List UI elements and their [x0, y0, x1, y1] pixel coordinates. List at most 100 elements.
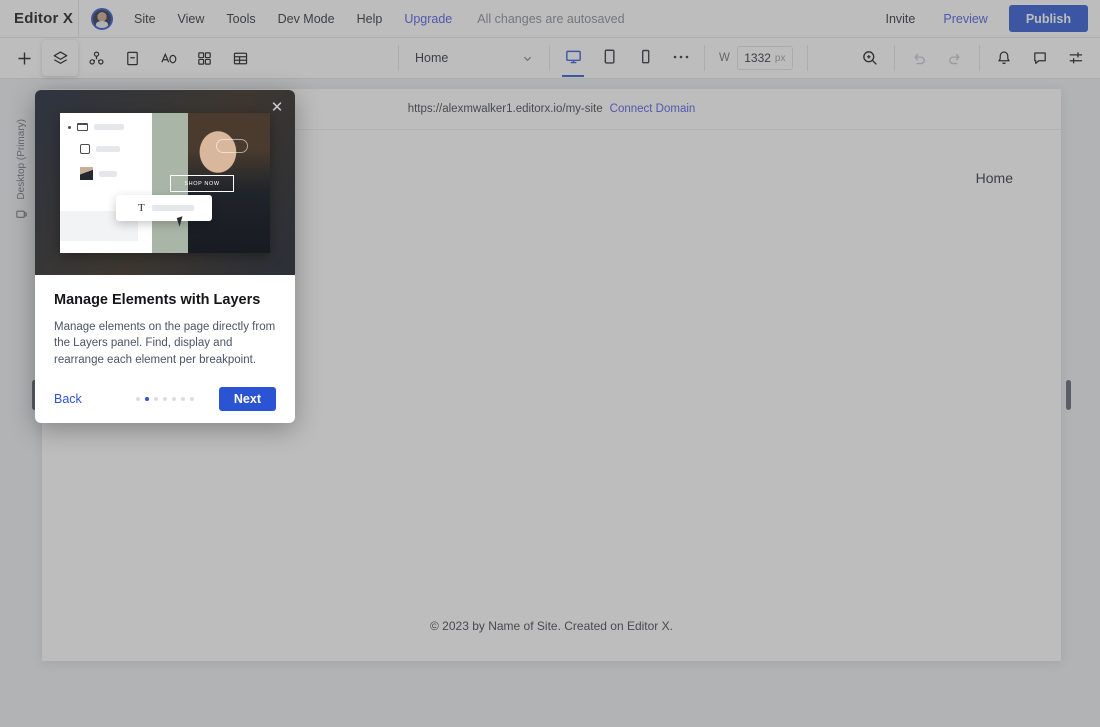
- bell-icon: [995, 49, 1013, 67]
- modal-body: Manage Elements with Layers Manage eleme…: [35, 275, 295, 368]
- notifications-button[interactable]: [986, 40, 1022, 76]
- redo-button[interactable]: [937, 40, 973, 76]
- comments-button[interactable]: [1022, 40, 1058, 76]
- close-icon[interactable]: ✕: [268, 98, 286, 116]
- comment-icon: [1031, 49, 1049, 67]
- pagination-dot[interactable]: [172, 397, 176, 401]
- zoom-icon: [861, 49, 879, 67]
- text-styles-button[interactable]: [150, 40, 186, 76]
- undo-button[interactable]: [901, 40, 937, 76]
- table-icon: [232, 50, 249, 67]
- desktop-rail-icon: [15, 208, 28, 221]
- box-icon: [80, 144, 90, 154]
- pagination-dot[interactable]: [136, 397, 140, 401]
- modal-title: Manage Elements with Layers: [54, 292, 276, 308]
- more-breakpoints-button[interactable]: [664, 39, 698, 77]
- modal-next-button[interactable]: Next: [219, 387, 276, 411]
- width-unit: px: [775, 53, 786, 64]
- placeholder-bar: [94, 124, 124, 130]
- toolbar-separator-4: [807, 45, 808, 71]
- desktop-icon: [564, 47, 583, 66]
- menu-dev-mode[interactable]: Dev Mode: [267, 0, 346, 38]
- zoom-button[interactable]: [852, 40, 888, 76]
- placeholder-bar: [99, 171, 117, 177]
- modal-mock-editor: SHOP NOW T: [60, 113, 270, 253]
- image-thumb-icon: [80, 167, 93, 180]
- page-selector[interactable]: Home: [415, 43, 533, 73]
- layers-button[interactable]: [42, 40, 78, 76]
- pagination-dot[interactable]: [145, 397, 149, 401]
- folder-icon: [77, 123, 88, 131]
- modal-back-button[interactable]: Back: [54, 392, 82, 406]
- header-actions: Invite Preview Publish: [872, 0, 1100, 38]
- tablet-icon: [601, 47, 618, 66]
- toolbar-separator-1: [398, 45, 399, 71]
- modal-mock-row: [68, 167, 144, 180]
- modal-mock-dragged-layer: T: [116, 195, 212, 221]
- ellipsis-icon: [672, 54, 690, 60]
- menu-site[interactable]: Site: [123, 0, 167, 38]
- editor-x-app: Editor X Site View Tools Dev Mode Help U…: [0, 0, 1100, 727]
- menu-help[interactable]: Help: [346, 0, 394, 38]
- canvas-resize-handle-right[interactable]: [1066, 380, 1071, 410]
- top-header-bar: Editor X Site View Tools Dev Mode Help U…: [0, 0, 1100, 38]
- header-divider: [78, 0, 79, 38]
- modal-illustration: SHOP NOW T ✕: [35, 90, 295, 275]
- modal-footer: Back Next: [35, 368, 295, 411]
- toolbar-separator-6: [979, 45, 980, 71]
- toolbar-separator-5: [894, 45, 895, 71]
- pagination-dot[interactable]: [163, 397, 167, 401]
- site-url: https://alexmwalker1.editorx.io/my-site: [408, 103, 603, 115]
- mobile-icon: [638, 47, 653, 66]
- width-label: W: [719, 52, 730, 64]
- breakpoint-tablet[interactable]: [592, 39, 626, 77]
- plus-icon: [16, 50, 33, 67]
- settings-button[interactable]: [1058, 40, 1094, 76]
- menu-tools[interactable]: Tools: [215, 0, 266, 38]
- main-toolbar: Home: [0, 38, 1100, 79]
- left-tool-group: [0, 38, 258, 79]
- width-field-group: W 1332 px: [705, 46, 807, 70]
- page-selector-label: Home: [415, 51, 448, 65]
- upgrade-link[interactable]: Upgrade: [393, 0, 463, 38]
- invite-button[interactable]: Invite: [872, 0, 928, 38]
- text-styles-icon: [159, 50, 178, 67]
- publish-button[interactable]: Publish: [1009, 5, 1088, 32]
- preview-button[interactable]: Preview: [930, 0, 1000, 38]
- sliders-icon: [1067, 49, 1085, 67]
- placeholder-bar: [96, 146, 120, 152]
- media-grid-button[interactable]: [222, 40, 258, 76]
- chevron-down-icon: [522, 53, 533, 64]
- layers-icon: [52, 50, 69, 67]
- placeholder-bar: [152, 205, 194, 211]
- onboarding-modal: SHOP NOW T ✕ Manage Elements with Layers…: [35, 90, 295, 423]
- app-logo: Editor X: [0, 10, 78, 27]
- modal-mock-row: [68, 144, 144, 154]
- breakpoint-desktop[interactable]: [556, 39, 590, 77]
- modal-mock-layers-panel: [60, 113, 152, 253]
- breakpoint-mobile[interactable]: [628, 39, 662, 77]
- caret-icon: [68, 126, 71, 129]
- connect-domain-link[interactable]: Connect Domain: [610, 103, 696, 115]
- site-structure-button[interactable]: [78, 40, 114, 76]
- pagination-dot[interactable]: [190, 397, 194, 401]
- menu-view[interactable]: View: [167, 0, 216, 38]
- user-avatar[interactable]: [91, 8, 113, 30]
- add-elements-button[interactable]: [6, 40, 42, 76]
- modal-description: Manage elements on the page directly fro…: [54, 319, 276, 368]
- modal-mock-photo: SHOP NOW: [152, 113, 270, 253]
- undo-icon: [910, 49, 928, 67]
- site-footer-text: © 2023 by Name of Site. Created on Edito…: [42, 619, 1061, 633]
- nodes-icon: [88, 50, 105, 67]
- width-value: 1332: [744, 51, 771, 65]
- width-input[interactable]: 1332 px: [737, 46, 793, 70]
- pagination-dot[interactable]: [154, 397, 158, 401]
- breakpoint-group: [550, 39, 704, 77]
- redo-icon: [946, 49, 964, 67]
- apps-button[interactable]: [186, 40, 222, 76]
- pages-button[interactable]: [114, 40, 150, 76]
- site-nav-item-home[interactable]: Home: [976, 170, 1013, 186]
- modal-mock-cta: SHOP NOW: [170, 175, 234, 192]
- text-layer-glyph: T: [138, 202, 145, 214]
- pagination-dot[interactable]: [181, 397, 185, 401]
